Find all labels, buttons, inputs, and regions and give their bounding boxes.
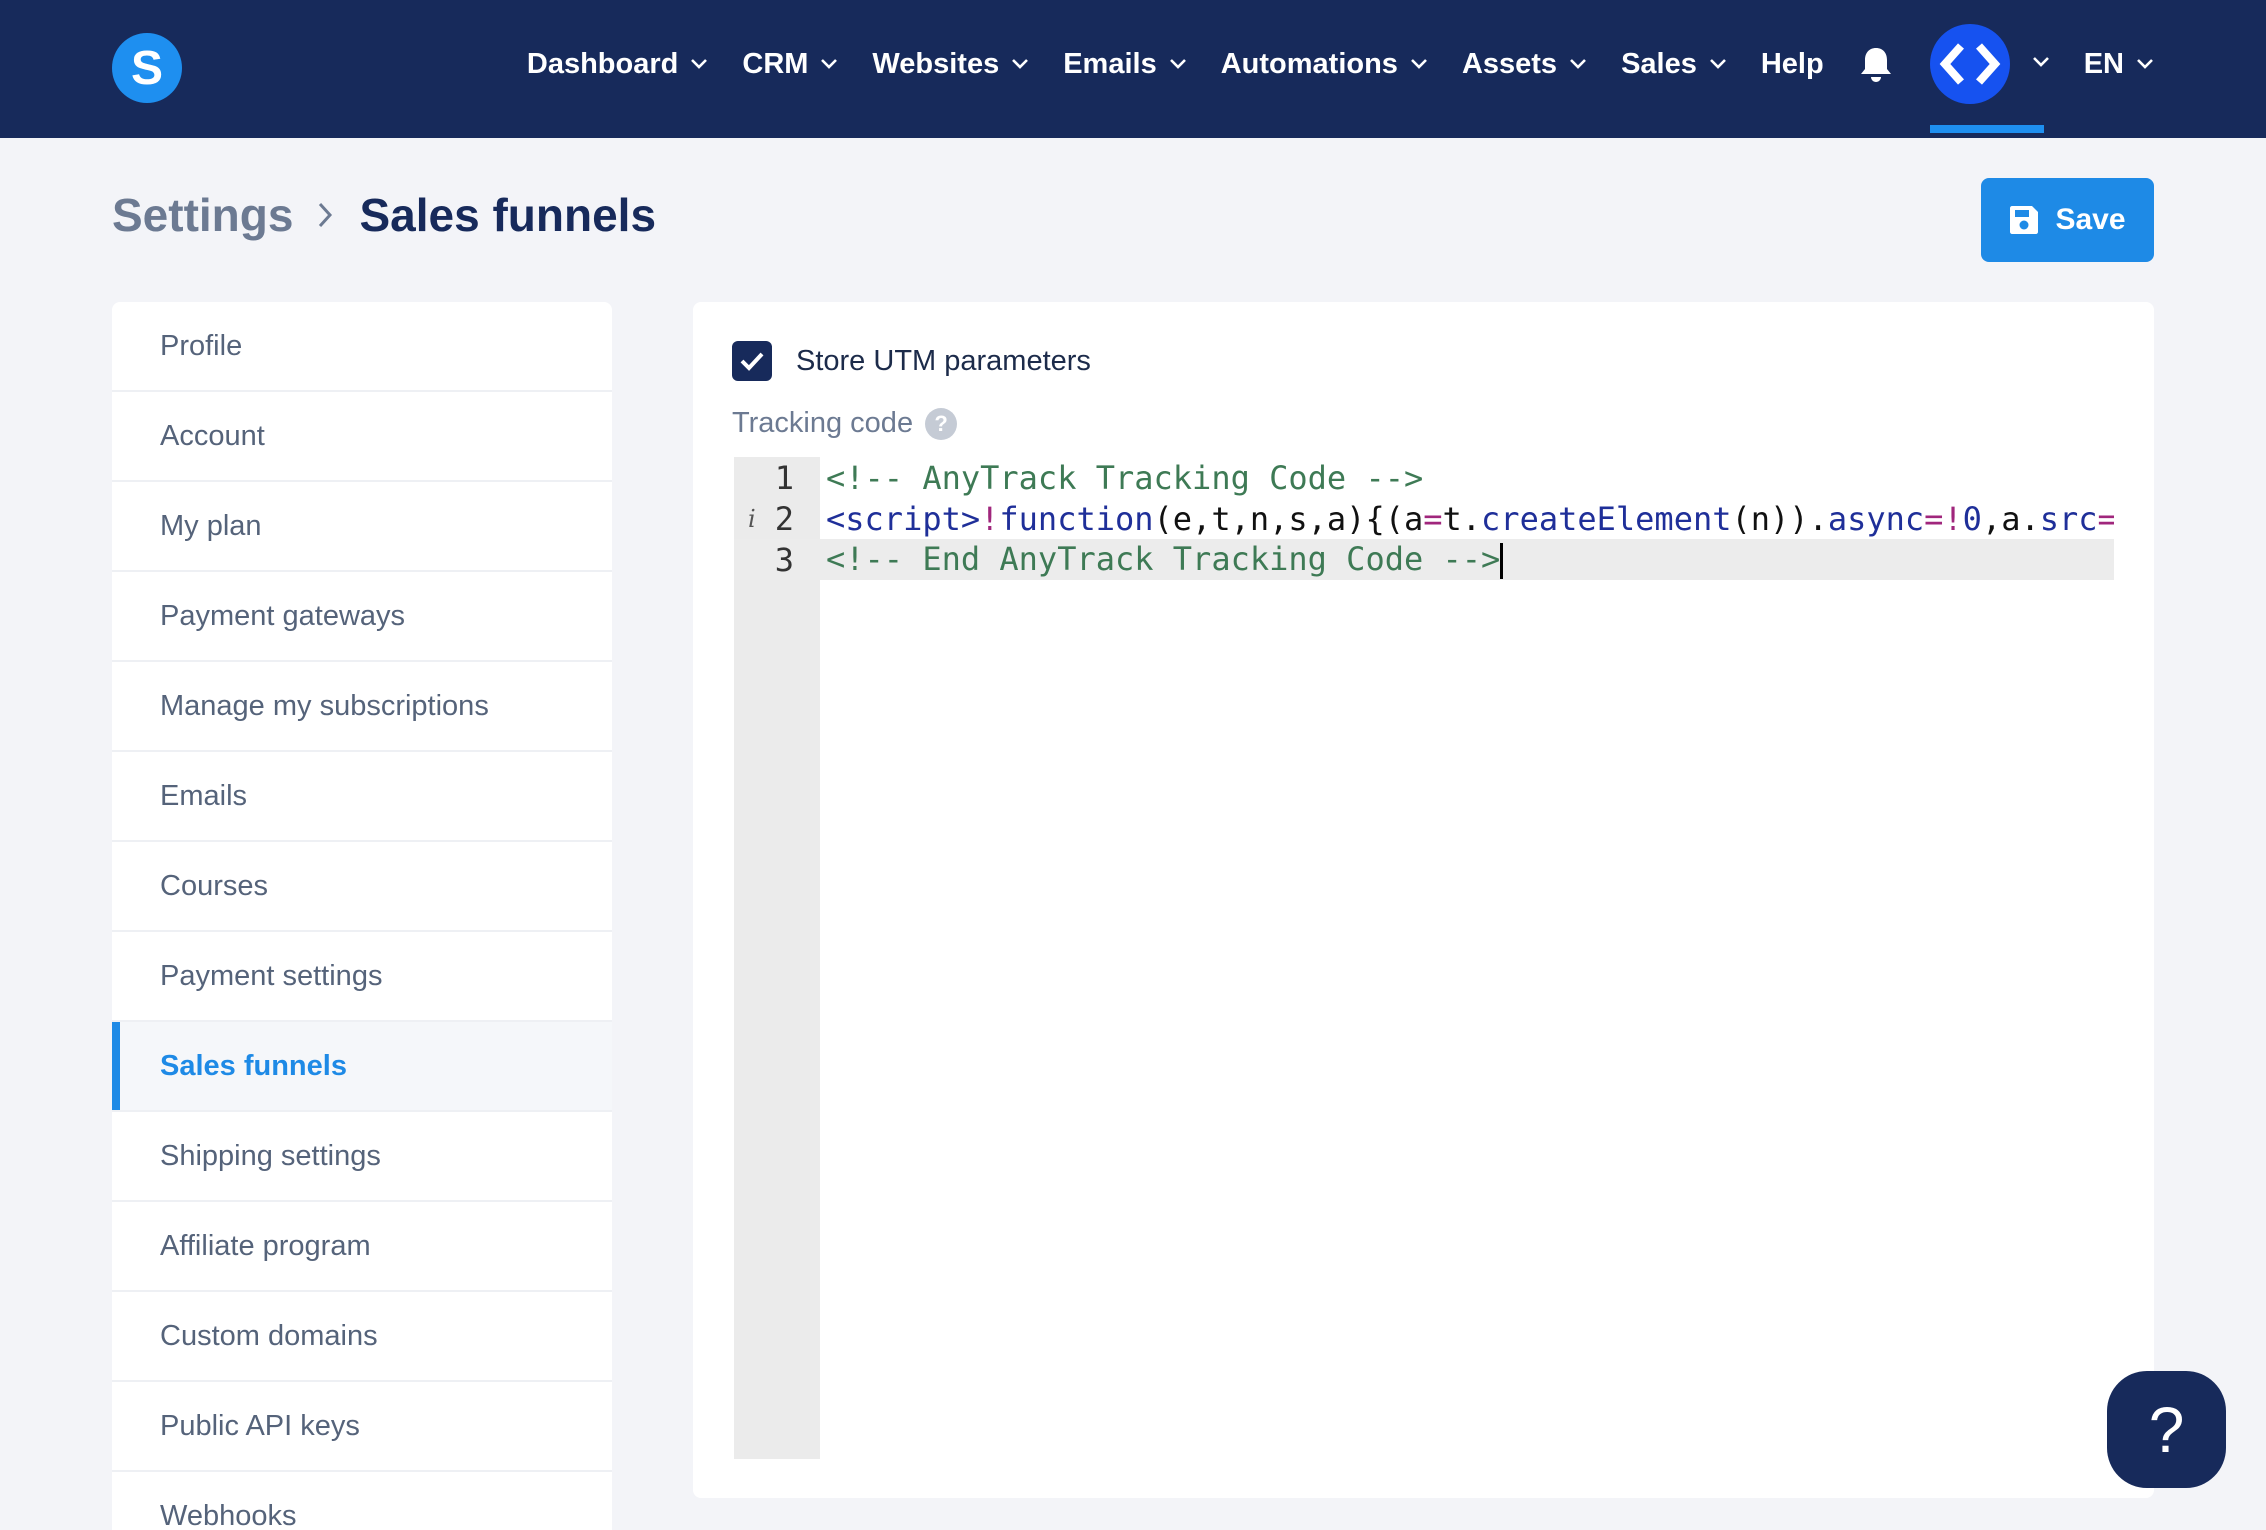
code-line-2: <script>!function(e,t,n,s,a){(a=t.create… bbox=[826, 499, 2114, 538]
nav-automations[interactable]: Automations bbox=[1221, 48, 1428, 81]
info-marker-icon[interactable]: i bbox=[748, 505, 756, 533]
nav-dashboard[interactable]: Dashboard bbox=[527, 48, 708, 81]
sidebar-item-courses[interactable]: Courses bbox=[112, 842, 612, 932]
nav-emails-label: Emails bbox=[1063, 47, 1157, 80]
chevron-down-icon bbox=[690, 58, 708, 70]
sidebar-item-label: Custom domains bbox=[160, 1319, 378, 1352]
breadcrumb: Settings Sales funnels bbox=[112, 188, 656, 242]
sidebar-item-label: Payment gateways bbox=[160, 599, 406, 632]
store-utm-checkbox[interactable] bbox=[732, 341, 772, 381]
sidebar-item-custom-domains[interactable]: Custom domains bbox=[112, 1292, 612, 1382]
store-utm-label[interactable]: Store UTM parameters bbox=[796, 345, 1091, 378]
nav-help[interactable]: Help bbox=[1761, 48, 1824, 81]
sidebar-item-public-api-keys[interactable]: Public API keys bbox=[112, 1382, 612, 1472]
tracking-code-editor[interactable]: 1 <!-- AnyTrack Tracking Code --> i 2 <s… bbox=[734, 457, 2114, 1459]
editor-line: 1 <!-- AnyTrack Tracking Code --> bbox=[734, 457, 2114, 498]
sidebar-item-label: Courses bbox=[160, 869, 268, 902]
nav-crm-label: CRM bbox=[742, 47, 809, 80]
chevron-down-icon bbox=[1709, 58, 1727, 70]
chevron-down-icon bbox=[1011, 58, 1029, 70]
nav-crm[interactable]: CRM bbox=[742, 48, 838, 81]
help-icon[interactable]: ? bbox=[925, 407, 958, 440]
sidebar-item-label: My plan bbox=[160, 509, 262, 542]
text-cursor bbox=[1500, 543, 1504, 579]
sidebar-item-webhooks[interactable]: Webhooks bbox=[112, 1472, 612, 1530]
bell-icon[interactable] bbox=[1856, 44, 1896, 84]
sidebar-item-label: Sales funnels bbox=[160, 1049, 347, 1082]
active-menu-indicator bbox=[1929, 125, 2044, 133]
tracking-code-label: Tracking code bbox=[732, 407, 914, 439]
sidebar-item-profile[interactable]: Profile bbox=[112, 302, 612, 392]
code-brackets-icon bbox=[1929, 24, 2010, 104]
sidebar-item-shipping-settings[interactable]: Shipping settings bbox=[112, 1112, 612, 1202]
help-chat-button[interactable]: ? bbox=[2107, 1371, 2226, 1488]
code-line-3: <!-- End AnyTrack Tracking Code --> bbox=[826, 540, 1504, 579]
sidebar-item-label: Profile bbox=[160, 329, 243, 362]
question-mark-icon: ? bbox=[2148, 1393, 2185, 1466]
nav-sales-label: Sales bbox=[1621, 47, 1697, 80]
sidebar-item-sales-funnels[interactable]: Sales funnels bbox=[112, 1022, 612, 1112]
nav-emails[interactable]: Emails bbox=[1063, 48, 1187, 81]
sidebar-item-label: Account bbox=[160, 419, 265, 452]
page-title: Sales funnels bbox=[359, 189, 657, 241]
sidebar-item-payment-settings[interactable]: Payment settings bbox=[112, 932, 612, 1022]
line-number: 2 bbox=[774, 499, 794, 538]
nav-help-label: Help bbox=[1760, 47, 1824, 80]
chevron-down-icon bbox=[1569, 58, 1587, 70]
nav-automations-label: Automations bbox=[1220, 47, 1398, 80]
chevron-down-icon bbox=[2032, 55, 2050, 73]
app-logo[interactable]: S bbox=[112, 33, 182, 103]
code-line-1: <!-- AnyTrack Tracking Code --> bbox=[826, 458, 1424, 497]
sidebar-item-manage-subscriptions[interactable]: Manage my subscriptions bbox=[112, 662, 612, 752]
nav-websites-label: Websites bbox=[872, 47, 1000, 80]
language-label: EN bbox=[2083, 47, 2124, 80]
floppy-disk-icon bbox=[2010, 206, 2039, 234]
nav-assets-label: Assets bbox=[1461, 47, 1558, 80]
sidebar-item-affiliate-program[interactable]: Affiliate program bbox=[112, 1202, 612, 1292]
language-selector[interactable]: EN bbox=[2084, 48, 2154, 81]
sales-funnels-settings-panel: Store UTM parameters Tracking code ? 1 <… bbox=[693, 302, 2154, 1498]
editor-line-current: 3 <!-- End AnyTrack Tracking Code --> bbox=[734, 539, 2114, 580]
app-logo-letter: S bbox=[130, 41, 163, 95]
chevron-right-icon bbox=[317, 201, 333, 229]
chevron-down-icon bbox=[2136, 58, 2154, 70]
sidebar-item-label: Webhooks bbox=[160, 1499, 297, 1530]
sidebar-item-label: Affiliate program bbox=[160, 1229, 371, 1262]
tracking-code-label-row: Tracking code ? bbox=[732, 407, 958, 440]
chevron-down-icon bbox=[1169, 58, 1187, 70]
editor-line: i 2 <script>!function(e,t,n,s,a){(a=t.cr… bbox=[734, 498, 2114, 539]
sidebar-item-account[interactable]: Account bbox=[112, 392, 612, 482]
save-button[interactable]: Save bbox=[1981, 178, 2154, 262]
main-nav: Dashboard CRM Websites Emails Automation… bbox=[493, 0, 2266, 133]
sidebar-item-label: Emails bbox=[160, 779, 248, 812]
line-number: 1 bbox=[774, 458, 794, 497]
settings-sidebar: Profile Account My plan Payment gateways… bbox=[112, 302, 612, 1530]
sidebar-item-emails[interactable]: Emails bbox=[112, 752, 612, 842]
nav-sales[interactable]: Sales bbox=[1621, 48, 1727, 81]
nav-dashboard-label: Dashboard bbox=[526, 47, 679, 80]
top-navigation-bar: S Dashboard CRM Websites Emails Automati… bbox=[0, 0, 2266, 138]
store-utm-option: Store UTM parameters bbox=[732, 341, 1091, 381]
nav-websites[interactable]: Websites bbox=[872, 48, 1029, 81]
editor-gutter bbox=[734, 457, 820, 1459]
chevron-down-icon bbox=[820, 58, 838, 70]
sidebar-item-label: Public API keys bbox=[160, 1409, 360, 1442]
sidebar-item-my-plan[interactable]: My plan bbox=[112, 482, 612, 572]
line-number: 3 bbox=[774, 540, 794, 579]
breadcrumb-settings-link[interactable]: Settings bbox=[112, 188, 293, 242]
save-button-label: Save bbox=[2055, 203, 2126, 236]
checkmark-icon bbox=[740, 352, 764, 371]
nav-assets[interactable]: Assets bbox=[1462, 48, 1587, 81]
chevron-down-icon bbox=[1410, 58, 1428, 70]
sidebar-item-label: Manage my subscriptions bbox=[160, 689, 489, 722]
sidebar-item-label: Shipping settings bbox=[160, 1139, 381, 1172]
sidebar-item-label: Payment settings bbox=[160, 959, 383, 992]
sidebar-item-payment-gateways[interactable]: Payment gateways bbox=[112, 572, 612, 662]
account-menu[interactable] bbox=[1929, 0, 2050, 133]
